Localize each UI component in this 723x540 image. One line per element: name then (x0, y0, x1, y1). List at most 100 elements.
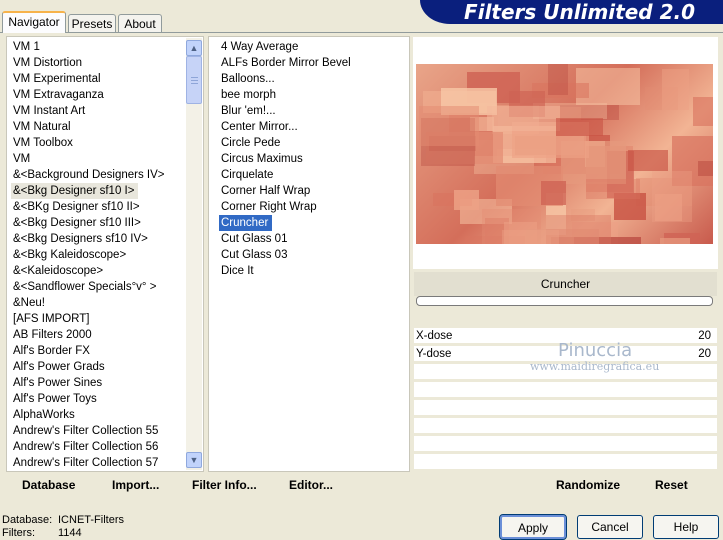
list-item-selected[interactable]: &<Bkg Designer sf10 I> (11, 183, 139, 199)
status-filters-value: 1144 (58, 527, 82, 539)
cancel-button[interactable]: Cancel (577, 515, 643, 539)
list-item[interactable]: Cirquelate (219, 169, 273, 181)
category-scrollbar[interactable]: ▲ ▼ (186, 38, 202, 470)
filter-list[interactable]: 4 Way Average ALFs Border Mirror Bevel Bal… (208, 36, 410, 472)
list-item[interactable]: Alf's Power Sines (11, 377, 102, 389)
preview-tile (586, 179, 640, 199)
preview-tile (454, 190, 479, 210)
scroll-down-button[interactable]: ▼ (186, 452, 202, 468)
scroll-up-button[interactable]: ▲ (186, 40, 202, 56)
preview-tile (662, 69, 689, 110)
list-item[interactable]: &<Background Designers IV> (11, 169, 165, 181)
tab-navigator[interactable]: Navigator (2, 11, 66, 33)
filter-info-button[interactable]: Filter Info... (192, 476, 257, 494)
filter-items: 4 Way Average ALFs Border Mirror Bevel Bal… (219, 39, 351, 279)
status-database-label: Database: (2, 514, 53, 526)
list-item[interactable]: Alf's Border FX (11, 345, 90, 357)
list-item[interactable]: Center Mirror... (219, 121, 298, 133)
chevron-up-icon: ▲ (189, 43, 199, 53)
param-label: X-dose (416, 330, 453, 342)
list-item[interactable]: Dice It (219, 265, 254, 277)
tab-about[interactable]: About (118, 14, 162, 32)
list-item[interactable]: VM Toolbox (11, 137, 73, 149)
list-item[interactable]: Corner Right Wrap (219, 201, 317, 213)
app-title: Filters Unlimited 2.0 (420, 0, 723, 24)
help-button[interactable]: Help (653, 515, 719, 539)
list-item[interactable]: Andrew's Filter Collection 55 (11, 425, 158, 437)
list-item[interactable]: AB Filters 2000 (11, 329, 92, 341)
list-item[interactable]: &<Bkg Designers sf10 IV> (11, 233, 148, 245)
progress-bar (416, 296, 713, 306)
status-filters: Filters: 1144 (2, 527, 82, 540)
list-item[interactable]: Blur 'em!... (219, 105, 276, 117)
watermark-url: www.maidiregrafica.eu (530, 360, 660, 373)
list-item[interactable]: VM Natural (11, 121, 71, 133)
tab-divider (0, 32, 723, 33)
list-item[interactable]: VM Instant Art (11, 105, 85, 117)
preview-tile (660, 238, 690, 244)
preview-tile (698, 161, 713, 176)
param-row-empty (414, 400, 717, 416)
preview-tile (652, 171, 692, 222)
preview-filter-name: Cruncher (414, 272, 717, 296)
list-item[interactable]: &<Bkg Designer sf10 III> (11, 217, 141, 229)
category-items: VM 1 VM Distortion VM Experimental VM Extra… (11, 39, 165, 471)
list-item[interactable]: Cut Glass 03 (219, 249, 287, 261)
list-item[interactable]: Circle Pede (219, 137, 280, 149)
list-item[interactable]: VM (11, 153, 30, 165)
list-item[interactable]: Alf's Power Toys (11, 393, 97, 405)
preview-tile (487, 106, 560, 131)
list-item[interactable]: Alf's Power Grads (11, 361, 105, 373)
param-label: Y-dose (416, 348, 452, 360)
list-item[interactable]: VM Extravaganza (11, 89, 104, 101)
param-value[interactable]: 20 (698, 346, 711, 362)
list-item[interactable]: ALFs Border Mirror Bevel (219, 57, 351, 69)
list-item[interactable]: VM Experimental (11, 73, 101, 85)
preview-tile (502, 230, 559, 244)
list-item[interactable]: [AFS IMPORT] (11, 313, 89, 325)
status-database-value: ICNET-Filters (58, 514, 124, 526)
param-row-empty (414, 382, 717, 398)
database-button[interactable]: Database (22, 476, 75, 494)
list-item[interactable]: bee morph (219, 89, 276, 101)
list-item-selected[interactable]: Cruncher (219, 215, 273, 231)
import-button[interactable]: Import... (112, 476, 159, 494)
list-item[interactable]: &<Bkg Kaleidoscope> (11, 249, 126, 261)
reset-button[interactable]: Reset (655, 476, 688, 494)
param-row-empty (414, 454, 717, 470)
list-item[interactable]: &<BKg Designer sf10 II> (11, 201, 140, 213)
category-list[interactable]: VM 1 VM Distortion VM Experimental VM Extra… (6, 36, 204, 472)
preview-image (416, 64, 713, 244)
status-database: Database: ICNET-Filters (2, 514, 124, 527)
status-filters-label: Filters: (2, 527, 35, 539)
chevron-down-icon: ▼ (189, 455, 199, 465)
list-item[interactable]: Corner Half Wrap (219, 185, 310, 197)
preview-tile (628, 150, 668, 171)
tab-presets[interactable]: Presets (68, 14, 116, 32)
preview-tile (556, 118, 603, 136)
list-item[interactable]: VM 1 (11, 41, 40, 53)
list-item[interactable]: VM Distortion (11, 57, 82, 69)
scroll-thumb[interactable] (186, 56, 202, 104)
preview-tile (419, 106, 479, 146)
list-item[interactable]: &<Sandflower Specials°v° > (11, 281, 156, 293)
preview-tile (693, 97, 713, 126)
watermark-name: Pinuccia (558, 340, 633, 361)
list-item[interactable]: Andrew's Filter Collection 57 (11, 457, 158, 469)
list-item[interactable]: Cut Glass 01 (219, 233, 287, 245)
randomize-button[interactable]: Randomize (556, 476, 620, 494)
apply-button[interactable]: Apply (499, 514, 567, 540)
list-item[interactable]: Circus Maximus (219, 153, 303, 165)
param-row-empty (414, 418, 717, 434)
list-item[interactable]: Balloons... (219, 73, 275, 85)
preview-tile (541, 181, 566, 205)
list-item[interactable]: &Neu! (11, 297, 45, 309)
param-value[interactable]: 20 (698, 328, 711, 344)
tab-strip: Navigator Presets About (0, 0, 420, 33)
list-item[interactable]: AlphaWorks (11, 409, 75, 421)
param-row-empty (414, 436, 717, 452)
list-item[interactable]: 4 Way Average (219, 41, 298, 53)
editor-button[interactable]: Editor... (289, 476, 333, 494)
list-item[interactable]: Andrew's Filter Collection 56 (11, 441, 158, 453)
list-item[interactable]: &<Kaleidoscope> (11, 265, 103, 277)
